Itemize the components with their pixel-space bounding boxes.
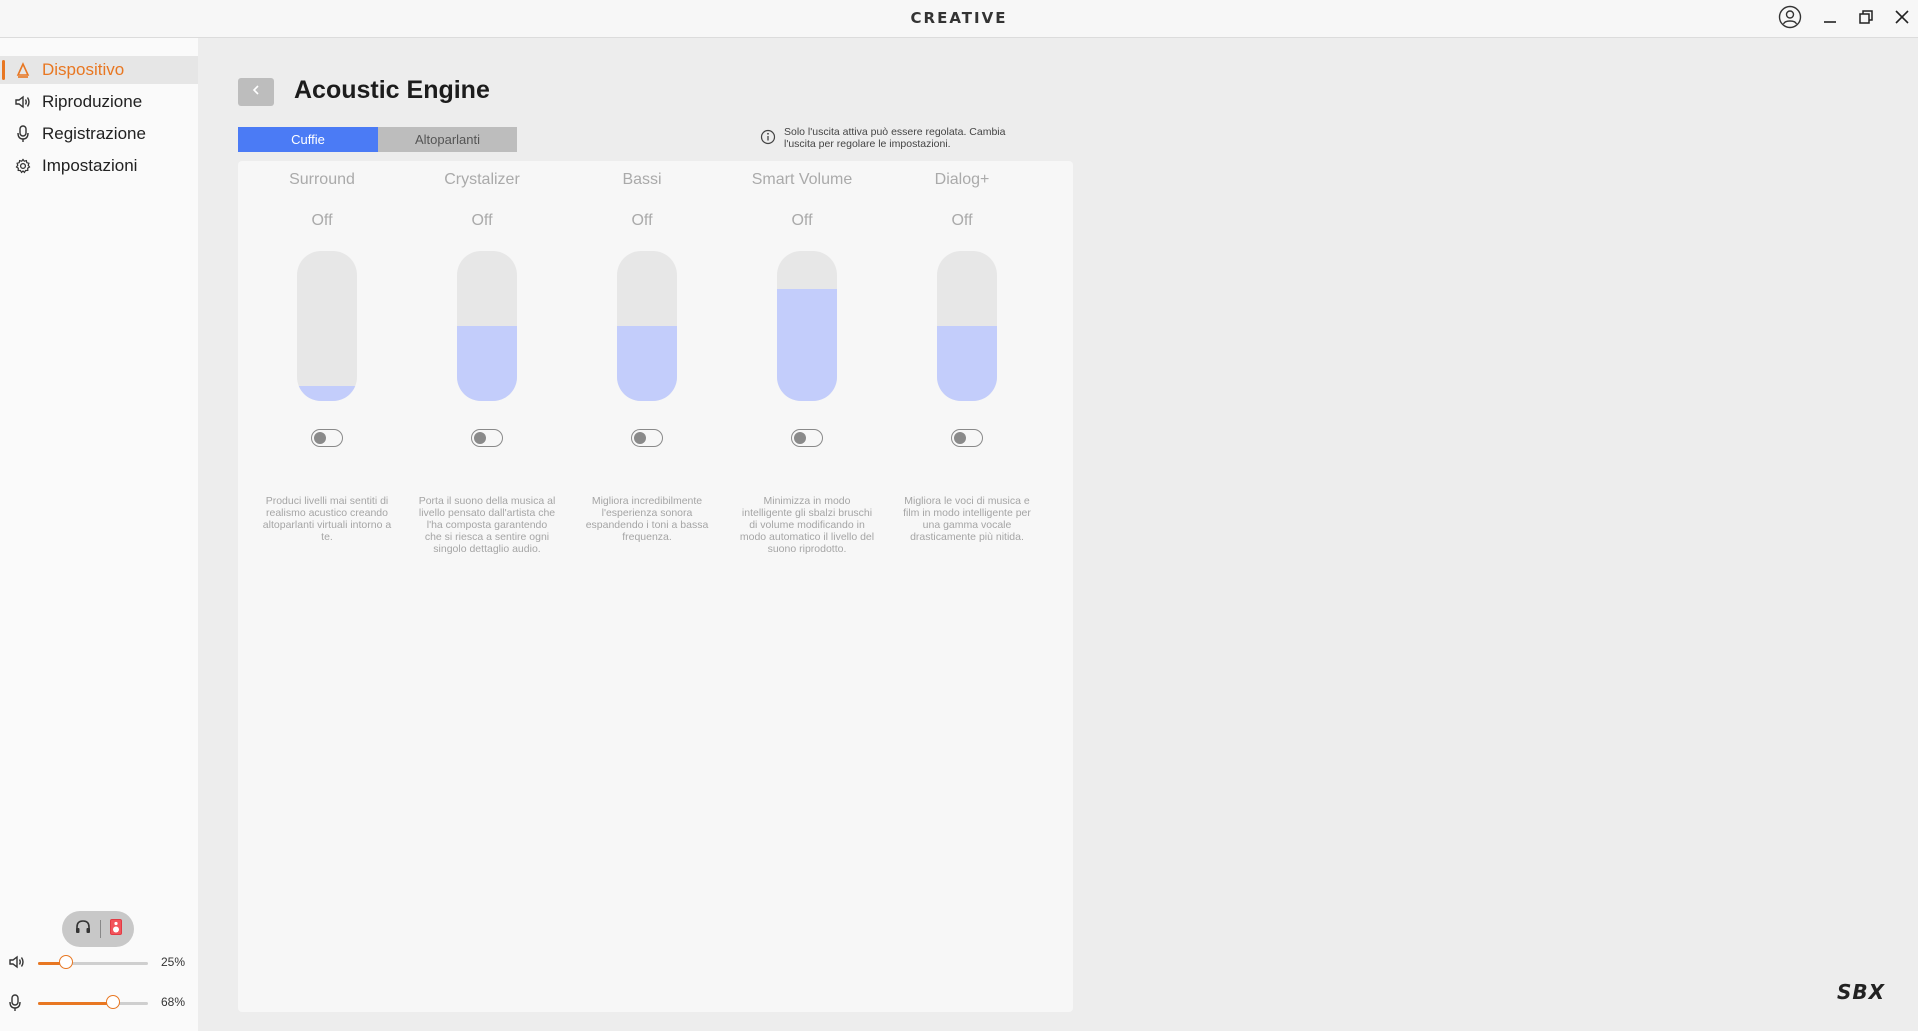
close-button[interactable] [1888, 5, 1916, 33]
sidebar-item-label: Registrazione [42, 124, 146, 143]
sidebar-item-impostazioni[interactable]: Impostazioni [0, 152, 198, 180]
effect-description: Migliora le voci di musica e film in mod… [903, 495, 1031, 543]
effect-title: Crystalizer [444, 171, 520, 188]
sidebar-item-label: Riproduzione [42, 92, 143, 111]
sidebar-item-registrazione[interactable]: Registrazione [0, 120, 198, 148]
effect-status: Off [951, 212, 973, 229]
effect-toggle[interactable] [951, 429, 983, 447]
sidebar-item-label: Dispositivo [42, 60, 125, 79]
tab-altoparlanti[interactable]: Altoparlanti [378, 127, 517, 152]
restore-button[interactable] [1852, 5, 1880, 33]
info-icon [760, 129, 776, 145]
slider-knob[interactable] [58, 955, 73, 969]
sidebar-item-label: Impostazioni [42, 156, 138, 175]
slider-fill [38, 1002, 113, 1005]
effect-status: Off [791, 212, 813, 229]
close-icon [1894, 9, 1910, 30]
slider-fill [457, 326, 517, 401]
chevron-left-icon [251, 83, 261, 101]
effect-toggle[interactable] [311, 429, 343, 447]
effect-description: Porta il suono della musica al livello p… [418, 495, 556, 555]
speaker-box-icon[interactable] [109, 918, 123, 941]
output-tabs: Cuffie Altoparlanti [238, 127, 517, 152]
back-button[interactable] [238, 78, 274, 106]
sidebar: Dispositivo Riproduzione Registrazione I… [0, 38, 198, 1031]
slider-fill [937, 326, 997, 401]
toggle-knob [474, 432, 486, 444]
effect-title: Bassi [622, 171, 662, 188]
effect-level-slider[interactable] [937, 251, 997, 401]
minimize-icon [1822, 9, 1838, 30]
effect-description: Migliora incredibilmente l'esperienza so… [585, 495, 709, 543]
effect-level-slider[interactable] [777, 251, 837, 401]
headphones-icon[interactable] [74, 918, 92, 941]
mic-volume-slider[interactable]: 68% [0, 992, 198, 1014]
effect-description: Minimizza in modo intelligente gli sbalz… [739, 495, 875, 555]
playback-volume-value: 25% [161, 955, 186, 969]
effect-toggle[interactable] [631, 429, 663, 447]
effect-toggle[interactable] [471, 429, 503, 447]
toggle-knob [954, 432, 966, 444]
slider-knob[interactable] [105, 995, 120, 1009]
effect-status: Off [311, 212, 333, 229]
effect-status: Off [471, 212, 493, 229]
sbx-logo: SBX [1837, 980, 1886, 1004]
effect-title: Smart Volume [751, 171, 853, 188]
user-icon [1778, 5, 1802, 34]
sidebar-item-riproduzione[interactable]: Riproduzione [0, 88, 198, 116]
playback-volume-slider[interactable]: 25% [0, 952, 198, 974]
slider-fill [617, 326, 677, 401]
output-switch[interactable] [62, 911, 134, 947]
toggle-knob [794, 432, 806, 444]
effects-panel: Surround Off Produci livelli mai sentiti… [238, 161, 1073, 1012]
effect-level-slider[interactable] [457, 251, 517, 401]
account-button[interactable] [1776, 5, 1804, 33]
switch-divider [99, 920, 101, 938]
toggle-knob [634, 432, 646, 444]
sidebar-item-dispositivo[interactable]: Dispositivo [0, 56, 198, 84]
microphone-icon [14, 125, 32, 143]
restore-icon [1858, 9, 1874, 30]
device-icon [14, 61, 32, 79]
slider-track[interactable] [38, 955, 148, 969]
mic-volume-value: 68% [161, 995, 186, 1009]
effect-status: Off [631, 212, 653, 229]
effect-level-slider[interactable] [617, 251, 677, 401]
toggle-knob [314, 432, 326, 444]
effect-level-slider[interactable] [297, 251, 357, 401]
page-title: Acoustic Engine [294, 76, 490, 104]
speaker-icon [8, 954, 28, 972]
effect-title: Dialog+ [934, 171, 990, 188]
slider-track[interactable] [38, 995, 148, 1009]
slider-fill [777, 288, 837, 401]
slider-fill [297, 386, 357, 401]
creative-logo: CREATIVE [910, 9, 1008, 27]
speaker-icon [14, 93, 32, 111]
title-bar: CREATIVE [0, 0, 1918, 38]
minimize-button[interactable] [1816, 5, 1844, 33]
effect-description: Produci livelli mai sentiti di realismo … [262, 495, 392, 543]
microphone-icon [8, 994, 28, 1012]
effect-title: Surround [289, 171, 355, 188]
gear-icon [14, 157, 32, 175]
tab-cuffie[interactable]: Cuffie [238, 127, 378, 152]
effect-toggle[interactable] [791, 429, 823, 447]
info-message: Solo l'uscita attiva può essere regolata… [784, 126, 1006, 150]
